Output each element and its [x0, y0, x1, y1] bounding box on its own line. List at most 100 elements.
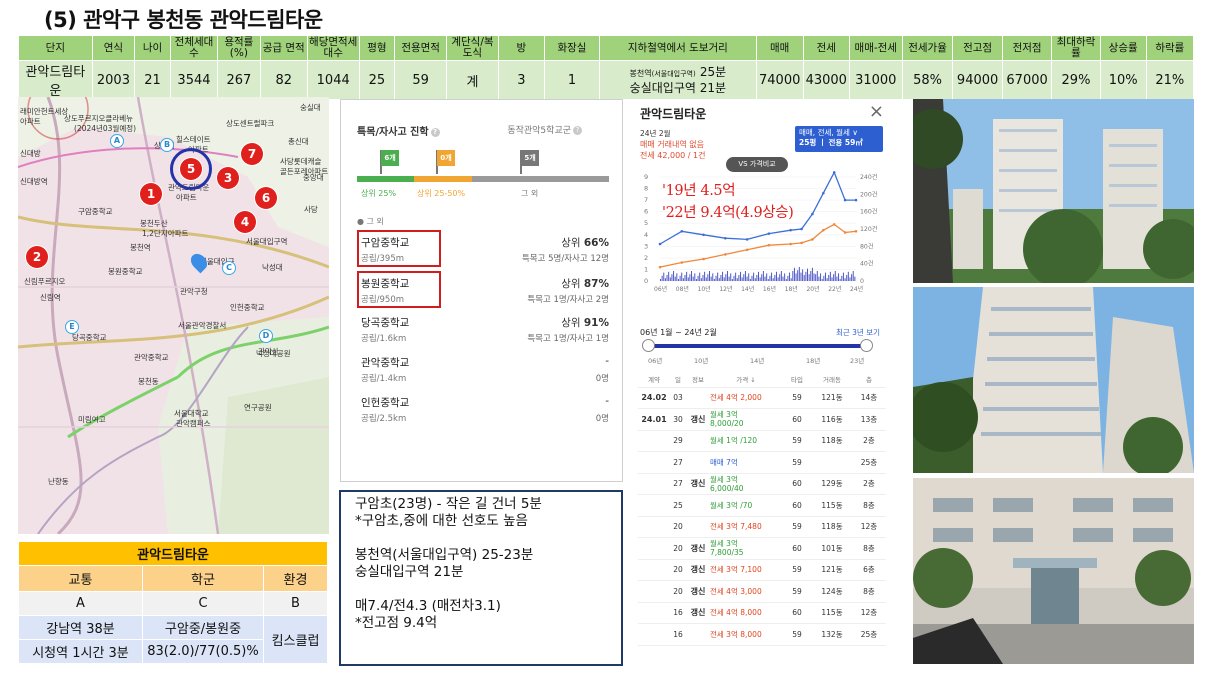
map-marker[interactable]: 4 — [234, 211, 256, 233]
recent-3y-link[interactable]: 최근 3년 보기 — [836, 327, 880, 338]
volume-bar — [820, 273, 822, 281]
info-header: 환경 — [262, 565, 329, 592]
transaction-row[interactable]: 27 매매 7억 59 25층 — [638, 451, 886, 474]
close-icon[interactable]: × — [869, 101, 884, 122]
summary-value-cell: 21 — [134, 60, 171, 100]
volume-bar — [726, 271, 728, 281]
school-rank-value: 87% — [583, 278, 609, 290]
map-pin[interactable]: A — [110, 134, 124, 148]
volume-bar — [697, 275, 699, 281]
price-main: 월세 3억 — [710, 410, 738, 420]
transaction-cell: 27 — [670, 473, 686, 495]
transaction-cell — [638, 623, 670, 646]
date-range-slider[interactable] — [648, 344, 868, 348]
summary-value-cell: 58% — [901, 60, 954, 100]
transaction-row[interactable]: 16 전세 3억 8,000 59 132동 25층 — [638, 623, 886, 646]
location-map[interactable]: 래미안헌트세상 아파트 상도푸르지오클라베뉴 (2024년03월예정) 힐스테이… — [18, 97, 329, 534]
summary-header-cell: 방 — [497, 35, 545, 61]
map-marker[interactable]: 5 — [180, 158, 202, 180]
price-sub: 7,800/35 — [710, 548, 744, 558]
transaction-row[interactable]: 20 갱신 월세 3억 7,800/35 60 101동 8층 — [638, 537, 886, 560]
transaction-price: 전세 4억 8,000 — [710, 602, 782, 624]
volume-bar — [821, 279, 823, 281]
volume-bar — [851, 274, 853, 281]
transaction-cell — [638, 516, 670, 538]
transaction-cell: 2층 — [852, 473, 886, 495]
col-header: 일 — [670, 371, 686, 388]
data-point — [854, 230, 858, 233]
summary-header-cell: 전세 — [802, 35, 850, 61]
map-pin[interactable]: D — [259, 329, 273, 343]
volume-bar — [829, 271, 831, 281]
map-pin[interactable]: E — [65, 320, 79, 334]
transaction-row[interactable]: 16 갱신 전세 4억 8,000 60 115동 12층 — [638, 602, 886, 624]
transaction-cell: 59 — [782, 451, 812, 474]
transaction-cell — [686, 430, 710, 452]
volume-bar — [756, 275, 758, 281]
summary-value-cell: 계 — [446, 60, 499, 100]
summary-header-cell: 최대하락률 — [1051, 35, 1101, 61]
map-marker[interactable]: 3 — [217, 167, 239, 189]
y2-tick-label: 80건 — [860, 242, 874, 250]
type-selector-button[interactable]: 매매, 전세, 월세 ∨ 25평 ㅣ 전용 59㎡ — [795, 126, 883, 152]
transaction-row[interactable]: 20 갱신 전세 3억 7,100 59 121동 6층 — [638, 559, 886, 581]
transaction-row[interactable]: 27 갱신 월세 3억 6,000/40 60 129동 2층 — [638, 473, 886, 495]
transaction-row[interactable]: 20 전세 3억 7,480 59 118동 12층 — [638, 516, 886, 538]
transaction-row[interactable]: 20 갱신 전세 4억 3,000 59 124동 8층 — [638, 580, 886, 603]
transaction-row[interactable]: 24.02 03 전세 4억 2,000 59 121동 14층 — [638, 387, 886, 409]
transaction-cell: 8층 — [852, 580, 886, 603]
school-row[interactable]: 당곡중학교 공립/1.6km 상위 91% 특목고 1명/자사고 1명 — [357, 312, 609, 348]
map-marker[interactable]: 2 — [26, 246, 48, 268]
volume-bar — [807, 268, 808, 281]
school-row[interactable]: 인헌중학교 공립/2.5km - 0명 — [357, 392, 609, 428]
volume-bar — [833, 274, 835, 281]
col-header: 타입 — [782, 371, 812, 388]
transaction-cell: 118동 — [812, 430, 852, 452]
volume-bar — [831, 277, 833, 281]
volume-bar — [774, 275, 776, 281]
price-main: 전세 4억 2,000 — [710, 393, 762, 403]
volume-bar — [661, 275, 663, 281]
help-icon[interactable]: ? — [573, 126, 582, 135]
transaction-cell — [638, 559, 670, 581]
map-marker[interactable]: 1 — [140, 183, 162, 205]
x-tick-label: 14년 — [741, 285, 754, 293]
volume-bar — [730, 273, 732, 281]
volume-bar — [839, 279, 841, 281]
transaction-row[interactable]: 24.01 30 갱신 월세 3억 8,000/20 60 116동 13층 — [638, 408, 886, 431]
volume-bar — [741, 277, 743, 281]
map-label: 래미안헌트세상 — [20, 107, 69, 116]
school-district: 동작관악5학교군? — [507, 123, 582, 136]
volume-bar — [849, 277, 851, 281]
map-marker[interactable]: 6 — [255, 187, 277, 209]
volume-bar — [787, 275, 789, 281]
volume-bar — [740, 271, 742, 281]
volume-bar — [717, 272, 719, 281]
school-row[interactable]: 구암중학교 공립/395m 상위 66% 특목고 5명/자사고 12명 — [357, 230, 609, 268]
map-marker[interactable]: 7 — [241, 143, 263, 165]
price-main: 월세 3억 — [710, 474, 738, 484]
transaction-cell: 59 — [782, 580, 812, 603]
volume-bar — [834, 271, 836, 281]
transaction-cell: 60 — [782, 473, 812, 495]
school-row[interactable]: 관악중학교 공립/1.4km - 0명 — [357, 352, 609, 388]
volume-bar — [686, 271, 688, 281]
summary-value-cell: 3 — [497, 60, 545, 100]
slider-handle-start[interactable] — [642, 339, 655, 352]
map-pin[interactable]: B — [160, 138, 174, 152]
slider-handle-end[interactable] — [860, 339, 873, 352]
transaction-cell: 132동 — [812, 623, 852, 646]
y2-tick-label: 0 — [860, 278, 864, 285]
x-tick-label: 16년 — [763, 285, 776, 293]
school-row[interactable]: 봉원중학교 공립/950m 상위 87% 특목고 1명/자사고 2명 — [357, 271, 609, 309]
transaction-row[interactable]: 25 월세 3억 /70 60 115동 8층 — [638, 494, 886, 517]
flag-count-top50: 0개 — [437, 150, 455, 166]
transaction-cell: 59 — [782, 430, 812, 452]
school-dist: 공립/2.5km — [361, 414, 407, 424]
map-pin[interactable]: C — [222, 261, 236, 275]
school-name: 관악중학교 — [361, 357, 410, 369]
school-rank-value: 66% — [583, 237, 609, 249]
transaction-cell: 60 — [782, 537, 812, 560]
help-icon[interactable]: ? — [430, 128, 440, 137]
transaction-row[interactable]: 29 월세 1억 /120 59 118동 2층 — [638, 430, 886, 452]
